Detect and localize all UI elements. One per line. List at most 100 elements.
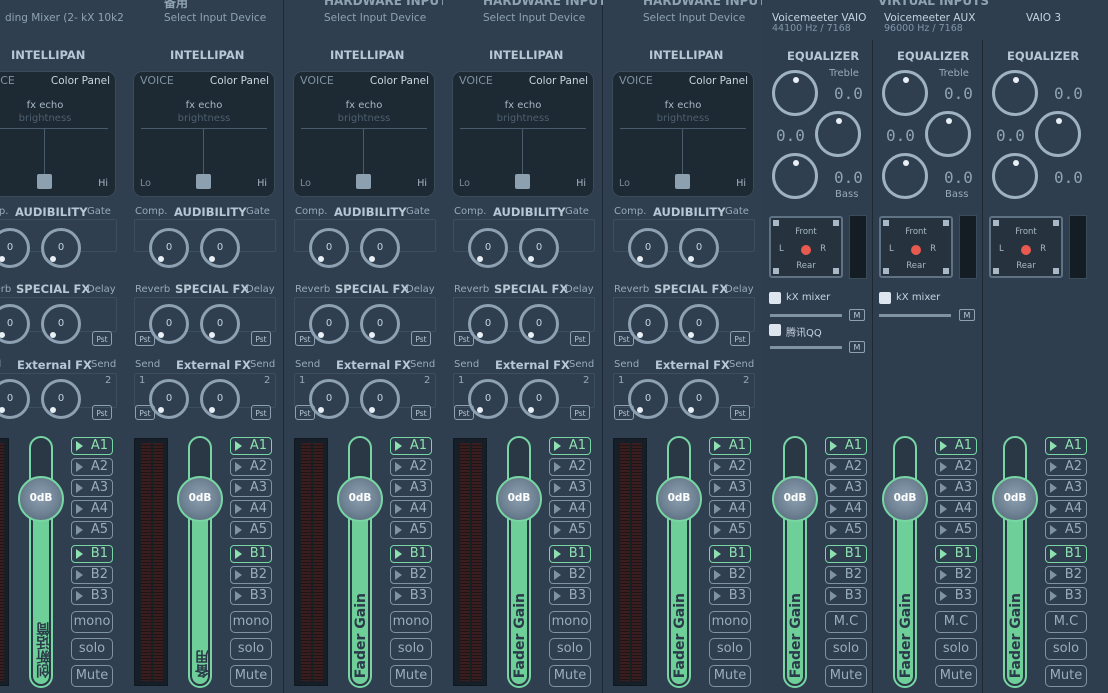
bus-a2-button[interactable]: A2 bbox=[230, 458, 272, 476]
intellipan-panel[interactable]: VOICE Color Panel fx echo brightness Lo Hi bbox=[293, 71, 435, 197]
bus-a3-button[interactable]: A3 bbox=[825, 479, 867, 497]
comp-knob[interactable]: 0 bbox=[628, 228, 668, 268]
fader-knob[interactable]: 0dB bbox=[992, 476, 1038, 522]
preset-button[interactable]: Pst bbox=[92, 331, 112, 346]
send1-knob[interactable]: 0 bbox=[468, 379, 508, 419]
fader-gain-slider[interactable]: 创新话筒 bbox=[29, 436, 53, 688]
mute-button[interactable]: Mute bbox=[709, 665, 751, 687]
bus-a5-button[interactable]: A5 bbox=[549, 521, 591, 539]
reverb-knob[interactable]: 0 bbox=[149, 304, 189, 344]
send2-knob[interactable]: 0 bbox=[41, 379, 81, 419]
preset-button[interactable]: Pst bbox=[295, 405, 315, 420]
intellipan-handle[interactable] bbox=[196, 174, 211, 189]
bus-a4-button[interactable]: A4 bbox=[549, 500, 591, 518]
bus-b1-button[interactable]: B1 bbox=[549, 545, 591, 563]
mute-button[interactable]: Mute bbox=[935, 665, 977, 687]
intellipan-handle[interactable] bbox=[356, 174, 371, 189]
pan-position-dot[interactable] bbox=[911, 245, 921, 255]
fader-gain-slider[interactable]: Fader Gain bbox=[893, 436, 917, 688]
bus-b2-button[interactable]: B2 bbox=[1045, 566, 1087, 584]
solo-button[interactable]: solo bbox=[390, 638, 432, 660]
gate-knob[interactable]: 0 bbox=[679, 228, 719, 268]
preset-button[interactable]: Pst bbox=[730, 331, 750, 346]
mute-button[interactable]: Mute bbox=[390, 665, 432, 687]
input-device-select[interactable]: Select Input Device bbox=[324, 12, 442, 24]
bus-a3-button[interactable]: A3 bbox=[1045, 479, 1087, 497]
fader-gain-slider[interactable]: Fader Gain bbox=[667, 436, 691, 688]
gate-knob[interactable]: 0 bbox=[41, 228, 81, 268]
bus-a4-button[interactable]: A4 bbox=[1045, 500, 1087, 518]
bus-b3-button[interactable]: B3 bbox=[390, 587, 432, 605]
mute-button[interactable]: Mute bbox=[549, 665, 591, 687]
bus-b3-button[interactable]: B3 bbox=[549, 587, 591, 605]
preset-button[interactable]: Pst bbox=[92, 405, 112, 420]
bus-b2-button[interactable]: B2 bbox=[230, 566, 272, 584]
send2-knob[interactable]: 0 bbox=[360, 379, 400, 419]
send1-knob[interactable]: 0 bbox=[149, 379, 189, 419]
bus-a1-button[interactable]: A1 bbox=[230, 437, 272, 455]
app-volume-slider[interactable] bbox=[879, 314, 951, 317]
bus-b3-button[interactable]: B3 bbox=[709, 587, 751, 605]
bus-a1-button[interactable]: A1 bbox=[390, 437, 432, 455]
bus-a5-button[interactable]: A5 bbox=[709, 521, 751, 539]
bus-a3-button[interactable]: A3 bbox=[390, 479, 432, 497]
fader-knob[interactable]: 0dB bbox=[18, 476, 64, 522]
bus-b2-button[interactable]: B2 bbox=[825, 566, 867, 584]
bus-b3-button[interactable]: B3 bbox=[71, 587, 113, 605]
app-volume-slider[interactable] bbox=[770, 314, 842, 317]
input-device-select[interactable]: ding Mixer (2- kX 10k2.5 bbox=[5, 12, 123, 24]
bus-a2-button[interactable]: A2 bbox=[1045, 458, 1087, 476]
fader-gain-slider[interactable]: Fader Gain bbox=[348, 436, 372, 688]
solo-button[interactable]: solo bbox=[71, 638, 113, 660]
bus-b1-button[interactable]: B1 bbox=[935, 545, 977, 563]
mute-button[interactable]: Mute bbox=[230, 665, 272, 687]
mc-button[interactable]: M.C bbox=[1045, 611, 1087, 633]
bus-a5-button[interactable]: A5 bbox=[390, 521, 432, 539]
mono-button[interactable]: mono bbox=[390, 611, 432, 633]
fader-gain-slider[interactable]: 备用 bbox=[188, 436, 212, 688]
fader-knob[interactable]: 0dB bbox=[882, 476, 928, 522]
bus-b3-button[interactable]: B3 bbox=[1045, 587, 1087, 605]
panner-3d[interactable]: Front Rear L R bbox=[769, 216, 843, 278]
bus-b1-button[interactable]: B1 bbox=[1045, 545, 1087, 563]
reverb-knob[interactable]: 0 bbox=[628, 304, 668, 344]
bus-a4-button[interactable]: A4 bbox=[230, 500, 272, 518]
eq-knob-low[interactable] bbox=[992, 70, 1038, 116]
intellipan-handle[interactable] bbox=[675, 174, 690, 189]
comp-knob[interactable]: 0 bbox=[149, 228, 189, 268]
solo-button[interactable]: solo bbox=[549, 638, 591, 660]
bus-b1-button[interactable]: B1 bbox=[390, 545, 432, 563]
eq-knob-bass[interactable] bbox=[772, 153, 818, 199]
intellipan-panel[interactable]: VOICE Color Panel fx echo brightness Lo Hi bbox=[612, 71, 754, 197]
bus-a1-button[interactable]: A1 bbox=[549, 437, 591, 455]
fader-gain-slider[interactable]: Fader Gain bbox=[507, 436, 531, 688]
intellipan-panel[interactable]: VOICE Color Panel fx echo brightness Lo Hi bbox=[133, 71, 275, 197]
preset-button[interactable]: Pst bbox=[570, 331, 590, 346]
mc-button[interactable]: M.C bbox=[935, 611, 977, 633]
input-device-select[interactable]: Select Input Device bbox=[164, 12, 282, 24]
send1-knob[interactable]: 0 bbox=[309, 379, 349, 419]
mono-button[interactable]: mono bbox=[549, 611, 591, 633]
intellipan-panel[interactable]: VOICE Color Panel fx echo brightness Lo Hi bbox=[452, 71, 594, 197]
bus-b1-button[interactable]: B1 bbox=[825, 545, 867, 563]
panner-3d[interactable]: Front Rear L R bbox=[989, 216, 1063, 278]
bus-a5-button[interactable]: A5 bbox=[825, 521, 867, 539]
mute-button[interactable]: Mute bbox=[825, 665, 867, 687]
gate-knob[interactable]: 0 bbox=[360, 228, 400, 268]
reverb-knob[interactable]: 0 bbox=[468, 304, 508, 344]
eq-knob-low[interactable] bbox=[882, 70, 928, 116]
bus-b1-button[interactable]: B1 bbox=[709, 545, 751, 563]
send2-knob[interactable]: 0 bbox=[679, 379, 719, 419]
bus-a2-button[interactable]: A2 bbox=[390, 458, 432, 476]
mono-button[interactable]: mono bbox=[709, 611, 751, 633]
bus-a2-button[interactable]: A2 bbox=[825, 458, 867, 476]
eq-knob-treble[interactable] bbox=[925, 111, 971, 157]
preset-button[interactable]: Pst bbox=[614, 405, 634, 420]
send2-knob[interactable]: 0 bbox=[200, 379, 240, 419]
fader-knob[interactable]: 0dB bbox=[496, 476, 542, 522]
bus-a1-button[interactable]: A1 bbox=[709, 437, 751, 455]
preset-button[interactable]: Pst bbox=[251, 331, 271, 346]
preset-button[interactable]: Pst bbox=[411, 405, 431, 420]
panner-3d[interactable]: Front Rear L R bbox=[879, 216, 953, 278]
delay-knob[interactable]: 0 bbox=[360, 304, 400, 344]
